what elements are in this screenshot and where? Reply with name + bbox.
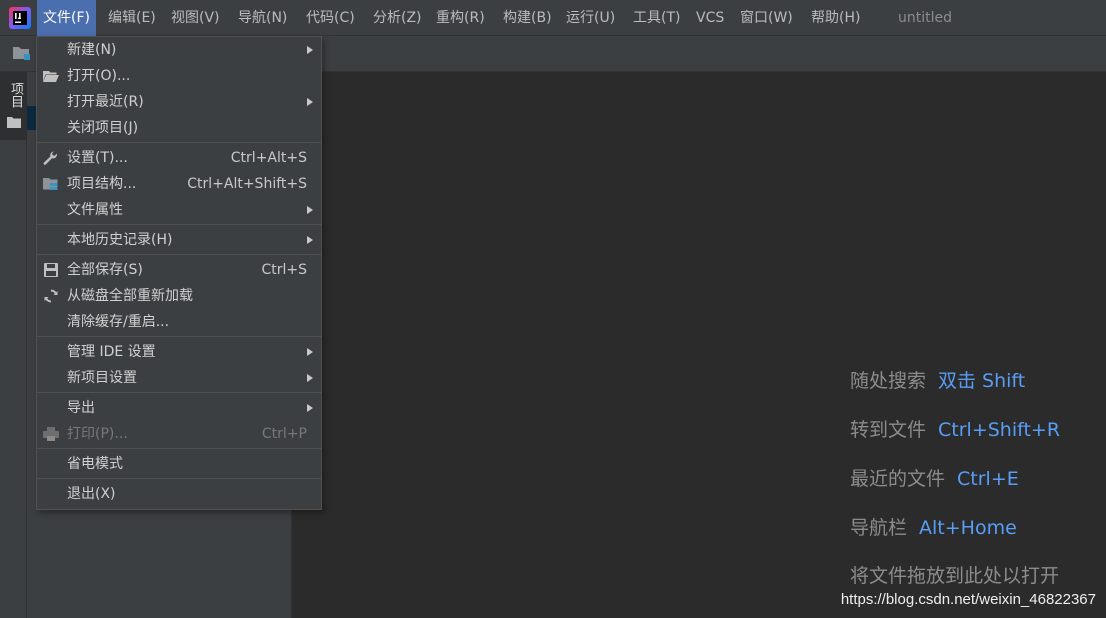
hint-recent-files: 最近的文件 Ctrl+E [850,464,1019,491]
menu-item-local-history[interactable]: 本地历史记录(H) [37,227,321,253]
hint-label: 转到文件 [850,419,927,441]
menu-item-shortcut: Ctrl+Alt+S [230,150,307,166]
wrench-icon [43,151,57,165]
menu-item-label: 清除缓存/重启... [67,314,170,330]
menu-item-reload-from-disk[interactable]: 从磁盘全部重新加载 [37,283,321,309]
menu-item-shortcut: Ctrl+S [261,262,307,278]
menu-window[interactable]: 窗口(W) [734,0,799,36]
refresh-icon [44,289,58,303]
menu-item-label: 打开(O)... [67,68,131,84]
editor-empty-area[interactable]: 随处搜索 双击 Shift 转到文件 Ctrl+Shift+R 最近的文件 Ctrl+… [292,72,1106,618]
hint-label: 将文件拖放到此处以打开 [850,565,1060,587]
menu-item-close-project[interactable]: 关闭项目(J) [37,115,321,141]
menu-item-shortcut: Ctrl+P [261,426,307,442]
hint-shortcut: Ctrl+Shift+R [938,419,1061,441]
menu-run[interactable]: 运行(U) [560,0,621,36]
menu-item-manage-ide-settings[interactable]: 管理 IDE 设置 [37,339,321,365]
menu-item-label: 退出(X) [67,486,116,502]
submenu-arrow-icon [307,374,313,382]
menu-help[interactable]: 帮助(H) [805,0,866,36]
hint-shortcut: Alt+Home [919,517,1017,539]
menu-item-label: 设置(T)... [67,150,128,166]
menu-item-export[interactable]: 导出 [37,395,321,421]
submenu-arrow-icon [307,404,313,412]
menu-item-label: 新建(N) [67,42,117,58]
menu-item-label: 从磁盘全部重新加载 [67,288,193,304]
menu-item-settings[interactable]: 设置(T)... Ctrl+Alt+S [37,145,321,171]
menu-item-label: 关闭项目(J) [67,120,139,136]
menu-vcs[interactable]: VCS [690,0,730,36]
menu-item-label: 导出 [67,400,95,416]
hint-label: 随处搜索 [850,370,927,392]
folder-icon [7,117,21,128]
menu-item-file-properties[interactable]: 文件属性 [37,197,321,223]
save-icon [44,263,58,277]
hint-shortcut: Ctrl+E [957,468,1019,490]
menu-item-save-all[interactable]: 全部保存(S) Ctrl+S [37,257,321,283]
menu-item-invalidate-caches[interactable]: 清除缓存/重启... [37,309,321,335]
menu-build[interactable]: 构建(B) [497,0,558,36]
menu-item-new[interactable]: 新建(N) [37,37,321,63]
menu-item-label: 打开最近(R) [67,94,144,110]
menu-item-exit[interactable]: 退出(X) [37,481,321,507]
submenu-arrow-icon [307,98,313,106]
hint-label: 导航栏 [850,517,908,539]
menu-item-open-recent[interactable]: 打开最近(R) [37,89,321,115]
menu-edit[interactable]: 编辑(E) [102,0,162,36]
project-structure-icon [43,178,58,190]
menu-item-label: 本地历史记录(H) [67,232,173,248]
intellij-logo-icon[interactable] [9,7,31,29]
menu-item-print[interactable]: 打印(P)... Ctrl+P [37,421,321,447]
menu-item-label: 文件属性 [67,202,123,218]
menu-file[interactable]: 文件(F) [37,0,96,36]
hint-shortcut: 双击 Shift [938,370,1026,392]
menu-refactor[interactable]: 重构(R) [430,0,491,36]
menu-analyze[interactable]: 分析(Z) [367,0,428,36]
menu-item-shortcut: Ctrl+Alt+Shift+S [187,176,307,192]
project-tab-label: 项目 [8,82,23,108]
menu-code[interactable]: 代码(C) [300,0,361,36]
hint-search-everywhere: 随处搜索 双击 Shift [850,366,1025,393]
menu-item-label: 新项目设置 [67,370,137,386]
submenu-arrow-icon [307,236,313,244]
menu-item-project-structure[interactable]: 项目结构... Ctrl+Alt+Shift+S [37,171,321,197]
file-menu-dropdown: 新建(N) 打开(O)... 打开最近(R) 关闭项目(J) 设置(T)... … [36,36,322,510]
hint-go-to-file: 转到文件 Ctrl+Shift+R [850,415,1060,442]
menu-item-label: 打印(P)... [67,426,128,442]
submenu-arrow-icon [307,46,313,54]
hint-navigation-bar: 导航栏 Alt+Home [850,513,1017,540]
menu-item-power-save-mode[interactable]: 省电模式 [37,451,321,477]
menu-tools[interactable]: 工具(T) [627,0,686,36]
hint-drop-files: 将文件拖放到此处以打开 [850,561,1059,588]
print-icon [43,427,59,441]
menu-item-label: 项目结构... [67,176,137,192]
window-title: untitled [898,10,953,26]
submenu-arrow-icon [307,206,313,214]
folder-open-icon [43,71,59,82]
hint-label: 最近的文件 [850,468,946,490]
watermark: https://blog.csdn.net/weixin_46822367 [840,591,1096,608]
menu-item-label: 全部保存(S) [67,262,143,278]
tool-window-stripe: 项目 [0,72,27,618]
menu-navigate[interactable]: 导航(N) [232,0,293,36]
menu-item-open[interactable]: 打开(O)... [37,63,321,89]
submenu-arrow-icon [307,348,313,356]
menu-item-label: 管理 IDE 设置 [67,344,156,360]
menu-view[interactable]: 视图(V) [165,0,226,36]
project-folder-icon[interactable] [12,44,32,62]
menu-item-label: 省电模式 [67,456,123,472]
project-tool-window-tab[interactable]: 项目 [0,72,27,140]
menu-item-new-project-settings[interactable]: 新项目设置 [37,365,321,391]
menu-bar: 文件(F) 编辑(E) 视图(V) 导航(N) 代码(C) 分析(Z) 重构(R… [0,0,1106,36]
